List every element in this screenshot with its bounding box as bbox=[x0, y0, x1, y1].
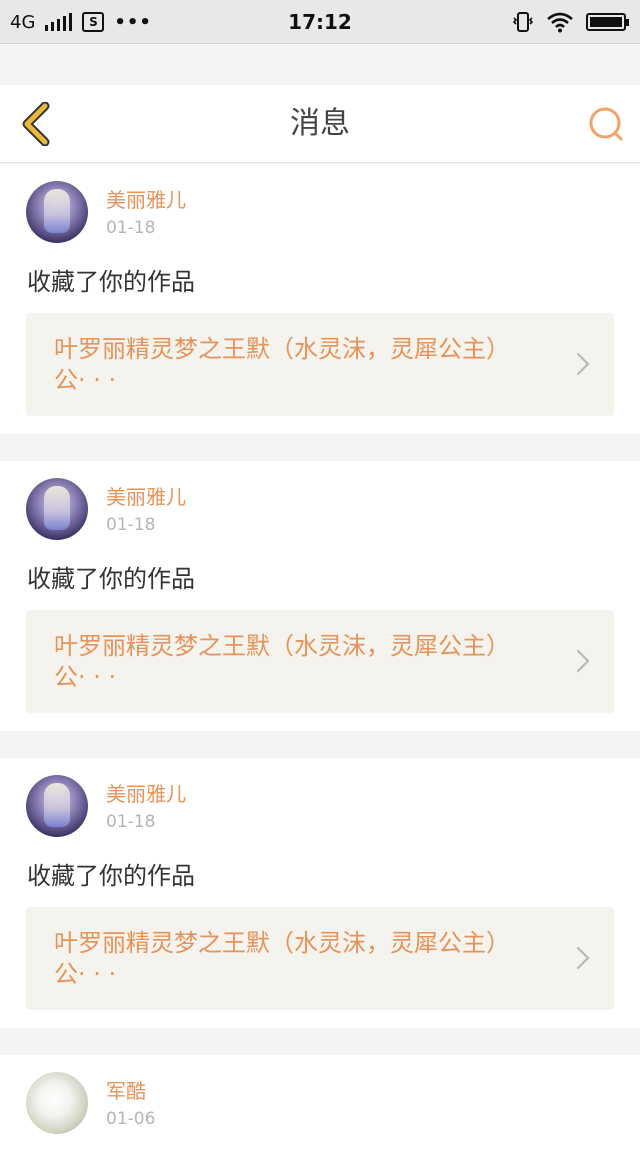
message-date: 01-18 bbox=[106, 812, 156, 832]
message-card: 军酷 01-06 bbox=[0, 1055, 640, 1165]
user-name[interactable]: 美丽雅儿 bbox=[106, 184, 186, 213]
user-name[interactable]: 美丽雅儿 bbox=[106, 481, 186, 510]
message-card: 美丽雅儿 01-18 收藏了你的作品 叶罗丽精灵梦之王默（水灵沫，灵犀公主）公·… bbox=[0, 461, 640, 731]
message-action: 收藏了你的作品 bbox=[27, 862, 195, 890]
search-icon bbox=[589, 107, 623, 141]
message-date: 01-18 bbox=[106, 515, 156, 535]
message-action: 收藏了你的作品 bbox=[27, 565, 195, 593]
battery-icon bbox=[586, 13, 629, 31]
work-title: 叶罗丽精灵梦之王默（水灵沫，灵犀公主）公· · · bbox=[54, 632, 510, 691]
status-bar: 4G S ••• 17:12 bbox=[0, 0, 640, 44]
avatar[interactable] bbox=[26, 1072, 88, 1134]
message-list: 美丽雅儿 01-18 收藏了你的作品 叶罗丽精灵梦之王默（水灵沫，灵犀公主）公·… bbox=[0, 164, 640, 1165]
message-card: 美丽雅儿 01-18 收藏了你的作品 叶罗丽精灵梦之王默（水灵沫，灵犀公主）公·… bbox=[0, 164, 640, 434]
message-action: 收藏了你的作品 bbox=[27, 268, 195, 296]
avatar[interactable] bbox=[26, 478, 88, 540]
status-right bbox=[512, 0, 629, 44]
search-button[interactable] bbox=[584, 102, 628, 146]
work-link[interactable]: 叶罗丽精灵梦之王默（水灵沫，灵犀公主）公· · · bbox=[26, 610, 614, 713]
user-name[interactable]: 军酷 bbox=[106, 1075, 146, 1104]
vibrate-icon bbox=[512, 12, 534, 32]
navigation-header: 消息 bbox=[0, 85, 640, 163]
chevron-right-icon bbox=[576, 649, 590, 673]
work-link[interactable]: 叶罗丽精灵梦之王默（水灵沫，灵犀公主）公· · · bbox=[26, 907, 614, 1010]
work-link[interactable]: 叶罗丽精灵梦之王默（水灵沫，灵犀公主）公· · · bbox=[26, 313, 614, 416]
message-date: 01-18 bbox=[106, 218, 156, 238]
page-title: 消息 bbox=[290, 106, 350, 141]
message-date: 01-06 bbox=[106, 1109, 156, 1129]
avatar[interactable] bbox=[26, 181, 88, 243]
wifi-icon bbox=[547, 12, 573, 33]
work-title: 叶罗丽精灵梦之王默（水灵沫，灵犀公主）公· · · bbox=[54, 929, 510, 988]
message-card: 美丽雅儿 01-18 收藏了你的作品 叶罗丽精灵梦之王默（水灵沫，灵犀公主）公·… bbox=[0, 758, 640, 1028]
chevron-right-icon bbox=[576, 352, 590, 376]
avatar[interactable] bbox=[26, 775, 88, 837]
chevron-right-icon bbox=[576, 946, 590, 970]
user-name[interactable]: 美丽雅儿 bbox=[106, 778, 186, 807]
work-title: 叶罗丽精灵梦之王默（水灵沫，灵犀公主）公· · · bbox=[54, 335, 510, 394]
